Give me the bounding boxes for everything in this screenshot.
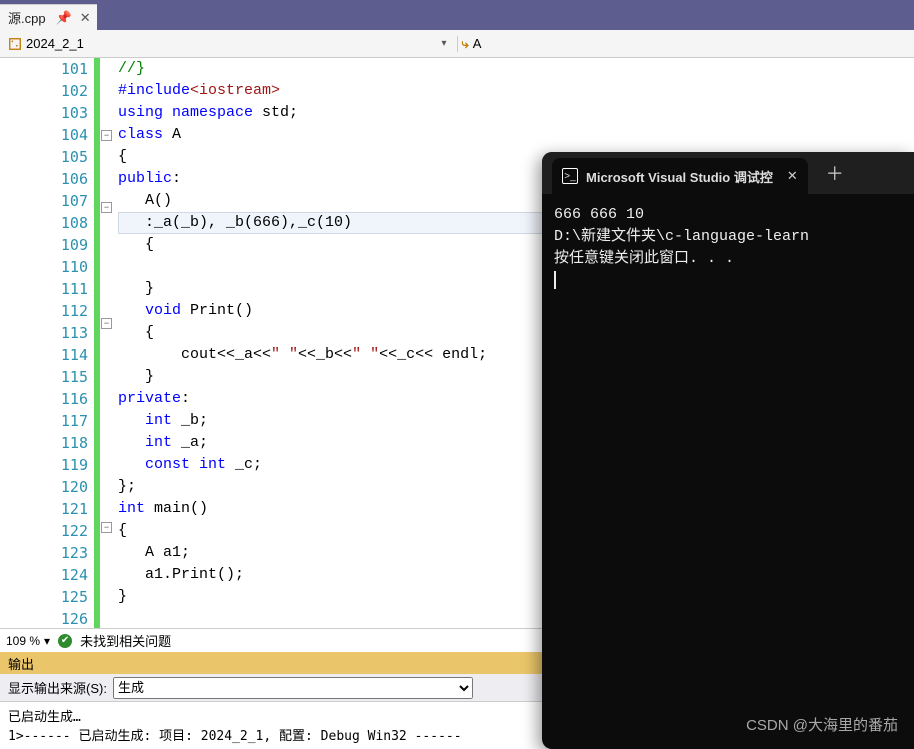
output-title: 输出 bbox=[8, 654, 34, 673]
member-scope-label: A bbox=[473, 36, 482, 51]
terminal-titlebar[interactable]: >_ Microsoft Visual Studio 调试控 ✕ ＋ bbox=[542, 152, 914, 194]
line-number: 104 bbox=[0, 124, 88, 146]
line-number: 123 bbox=[0, 542, 88, 564]
line-number: 113 bbox=[0, 322, 88, 344]
terminal-line: D:\新建文件夹\c-language-learn bbox=[554, 226, 902, 248]
class-scope-label: 2024_2_1 bbox=[26, 36, 84, 51]
line-number: 117 bbox=[0, 410, 88, 432]
line-number: 121 bbox=[0, 498, 88, 520]
fold-toggle[interactable]: − bbox=[101, 522, 112, 533]
terminal-cursor bbox=[554, 271, 556, 289]
terminal-icon: >_ bbox=[562, 168, 578, 184]
terminal-line: 666 666 10 bbox=[554, 204, 902, 226]
fold-toggle[interactable]: − bbox=[101, 130, 112, 141]
check-icon: ✔ bbox=[58, 634, 72, 648]
watermark: CSDN @大海里的番茄 bbox=[746, 714, 898, 735]
zoom-value: 109 % bbox=[6, 634, 40, 648]
fold-toggle[interactable]: − bbox=[101, 202, 112, 213]
output-source-select[interactable]: 生成 bbox=[113, 677, 473, 699]
file-tab-label: 源.cpp bbox=[8, 8, 46, 27]
line-number: 125 bbox=[0, 586, 88, 608]
class-scope-selector[interactable]: 2024_2_1 ▾ bbox=[4, 36, 457, 51]
close-icon[interactable]: ✕ bbox=[787, 168, 798, 184]
line-number: 111 bbox=[0, 278, 88, 300]
chevron-down-icon[interactable]: ▾ bbox=[435, 38, 452, 49]
zoom-selector[interactable]: 109 % ▾ bbox=[6, 634, 50, 648]
line-number: 116 bbox=[0, 388, 88, 410]
line-number: 109 bbox=[0, 234, 88, 256]
debug-console-window[interactable]: >_ Microsoft Visual Studio 调试控 ✕ ＋ 666 6… bbox=[542, 152, 914, 749]
line-number: 112 bbox=[0, 300, 88, 322]
pin-icon[interactable]: 📌 bbox=[56, 10, 72, 26]
output-source-label: 显示输出来源(S): bbox=[8, 678, 107, 697]
line-number: 126 bbox=[0, 608, 88, 630]
line-number: 102 bbox=[0, 80, 88, 102]
class-icon bbox=[8, 37, 22, 51]
code-line[interactable]: //} bbox=[118, 58, 914, 80]
line-number: 118 bbox=[0, 432, 88, 454]
new-tab-button[interactable]: ＋ bbox=[826, 160, 844, 186]
class-member-selector-bar: 2024_2_1 ▾ ⤷ A bbox=[0, 30, 914, 58]
line-number: 122 bbox=[0, 520, 88, 542]
line-number: 120 bbox=[0, 476, 88, 498]
chevron-down-icon: ▾ bbox=[44, 634, 50, 648]
line-number: 103 bbox=[0, 102, 88, 124]
terminal-body[interactable]: 666 666 10D:\新建文件夹\c-language-learn按任意键关… bbox=[542, 194, 914, 302]
line-number: 119 bbox=[0, 454, 88, 476]
line-number: 108 bbox=[0, 212, 88, 234]
code-line[interactable]: #include<iostream> bbox=[118, 80, 914, 102]
line-number: 107 bbox=[0, 190, 88, 212]
terminal-tab-title: Microsoft Visual Studio 调试控 bbox=[586, 167, 773, 186]
ide-tab-bar: 源.cpp 📌 ✕ bbox=[0, 0, 914, 30]
fold-toggle[interactable]: − bbox=[101, 318, 112, 329]
code-line[interactable]: class A bbox=[118, 124, 914, 146]
line-number: 114 bbox=[0, 344, 88, 366]
member-scope-selector[interactable]: ⤷ A bbox=[457, 36, 911, 52]
method-icon: ⤷ bbox=[462, 36, 469, 52]
terminal-tab[interactable]: >_ Microsoft Visual Studio 调试控 ✕ bbox=[552, 158, 808, 194]
issues-status: 未找到相关问题 bbox=[80, 631, 171, 650]
line-number: 105 bbox=[0, 146, 88, 168]
line-number: 101 bbox=[0, 58, 88, 80]
close-icon[interactable]: ✕ bbox=[80, 10, 91, 26]
line-number-gutter: 1011021031041051061071081091101111121131… bbox=[0, 58, 94, 628]
line-number: 124 bbox=[0, 564, 88, 586]
line-number: 115 bbox=[0, 366, 88, 388]
line-number: 110 bbox=[0, 256, 88, 278]
fold-column: − − − − bbox=[100, 58, 114, 628]
file-tab[interactable]: 源.cpp 📌 ✕ bbox=[0, 4, 97, 30]
code-line[interactable]: using namespace std; bbox=[118, 102, 914, 124]
terminal-line: 按任意键关闭此窗口. . . bbox=[554, 248, 902, 270]
line-number: 106 bbox=[0, 168, 88, 190]
